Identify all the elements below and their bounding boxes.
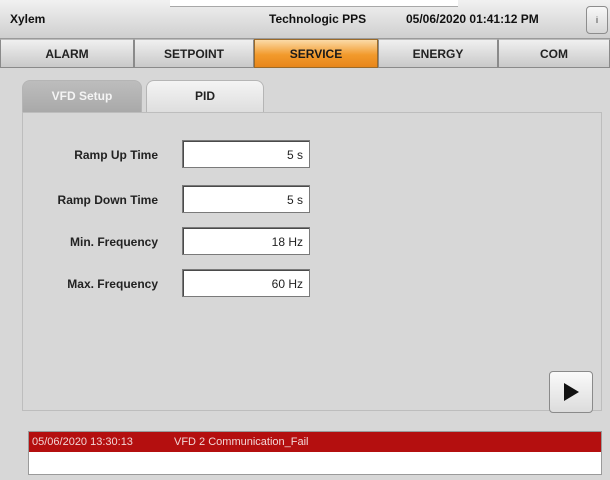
min-frequency-label: Min. Frequency [69,235,158,249]
date-time: 05/06/2020 01:41:12 PM [406,12,539,26]
alarm-list[interactable]: 05/06/2020 13:30:13 VFD 2 Communication_… [28,431,602,475]
ramp-up-time-label: Ramp Up Time [74,148,158,162]
alarm-area: 05/06/2020 13:30:13 VFD 2 Communication_… [0,425,610,480]
main-nav: ALARM SETPOINT SERVICE ENERGY COM [0,39,610,69]
alarm-message: VFD 2 Communication_Fail [174,436,309,448]
ramp-down-time-label: Ramp Down Time [57,193,158,207]
alarm-row[interactable]: 05/06/2020 13:30:13 VFD 2 Communication_… [29,432,601,452]
nav-energy-button[interactable]: ENERGY [378,39,498,68]
header-notch [170,0,458,7]
ramp-up-time-field[interactable]: 5 s [182,140,310,168]
max-frequency-label: Max. Frequency [67,277,158,291]
ramp-down-time-field[interactable]: 5 s [182,185,310,213]
nav-service-button[interactable]: SERVICE [254,39,378,68]
service-content: VFD Setup PID Ramp Up Time 5 s Ramp Down… [0,69,610,425]
play-icon [564,383,579,401]
max-frequency-field[interactable]: 60 Hz [182,269,310,297]
info-button[interactable]: i [586,6,608,34]
tab-vfd-setup[interactable]: VFD Setup [22,80,142,112]
system-name: Technologic PPS [269,12,367,26]
info-icon: i [596,15,598,25]
next-page-button[interactable] [549,371,593,413]
header-bar: Xylem Technologic PPS 05/06/2020 01:41:1… [0,0,610,39]
tab-pid[interactable]: PID [146,80,264,112]
nav-setpoint-button[interactable]: SETPOINT [134,39,254,68]
nav-com-button[interactable]: COM [498,39,610,68]
nav-alarm-button[interactable]: ALARM [0,39,134,68]
hmi-screen: Xylem Technologic PPS 05/06/2020 01:41:1… [0,0,610,480]
min-frequency-field[interactable]: 18 Hz [182,227,310,255]
alarm-timestamp: 05/06/2020 13:30:13 [32,436,133,448]
app-title: Xylem [10,12,46,26]
